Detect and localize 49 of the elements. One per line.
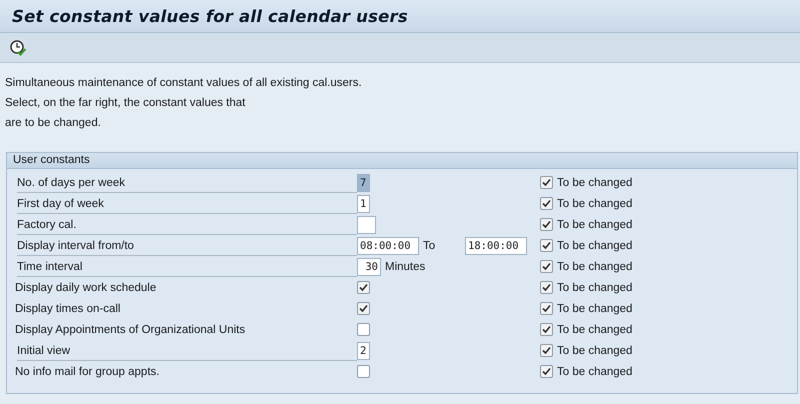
unit-label: Minutes [385,260,426,272]
group-title: User constants [7,153,797,169]
field-label: Time interval [17,256,357,276]
checkbox-label: To be changed [557,176,632,188]
field-label: Display interval from/to [17,236,357,256]
field-label: Display times on-call [15,302,122,316]
checkbox[interactable] [540,218,553,231]
checkbox-label: To be changed [557,240,632,252]
field-label: Display daily work schedule [15,280,158,296]
checkbox[interactable] [540,302,553,315]
field-label: Display Appointments of Organizational Units [15,322,246,338]
time-field[interactable]: 18:00:00 [465,236,527,254]
checkbox[interactable] [357,302,370,315]
checkbox-label: To be changed [557,198,632,210]
checkbox-label: To be changed [557,366,632,378]
clock-check-icon[interactable] [9,38,27,56]
checkbox[interactable] [540,239,553,252]
input-field[interactable]: 1 [357,194,370,212]
checkbox[interactable] [540,260,553,273]
input-field[interactable]: 2 [357,342,370,360]
input-field[interactable]: 30 [357,258,381,276]
time-field[interactable]: 08:00:00 [357,236,419,254]
checkbox[interactable] [357,365,370,378]
description-text: Simultaneous maintenance of constant values of all existing cal.users. [5,76,363,91]
checkbox-label: To be changed [557,282,632,294]
checkbox[interactable] [540,344,553,357]
input-field[interactable] [357,216,376,234]
checkbox-label: To be changed [557,324,632,336]
checkbox[interactable] [540,323,553,336]
checkbox-label: To be changed [557,302,632,314]
field-label: First day of week [17,194,357,214]
field-label: Initial view [17,340,357,360]
input-field[interactable]: 7 [357,174,370,192]
window-title: Set constant values for all calendar users [12,6,408,26]
field-label: No. of days per week [17,172,357,192]
description-text: Select, on the far right, the constant values that [5,96,246,111]
checkbox[interactable] [540,197,553,210]
checkbox-label: To be changed [557,260,632,272]
checkbox[interactable] [357,281,370,294]
to-label: To [423,240,436,252]
checkbox[interactable] [357,323,370,336]
checkbox-label: To be changed [557,344,632,356]
checkbox-label: To be changed [557,218,632,230]
checkbox[interactable] [540,365,553,378]
field-label: No info mail for group appts. [15,364,160,380]
description-text: are to be changed. [5,116,102,131]
field-label: Factory cal. [17,214,357,234]
checkbox[interactable] [540,281,553,294]
checkbox[interactable] [540,176,553,189]
